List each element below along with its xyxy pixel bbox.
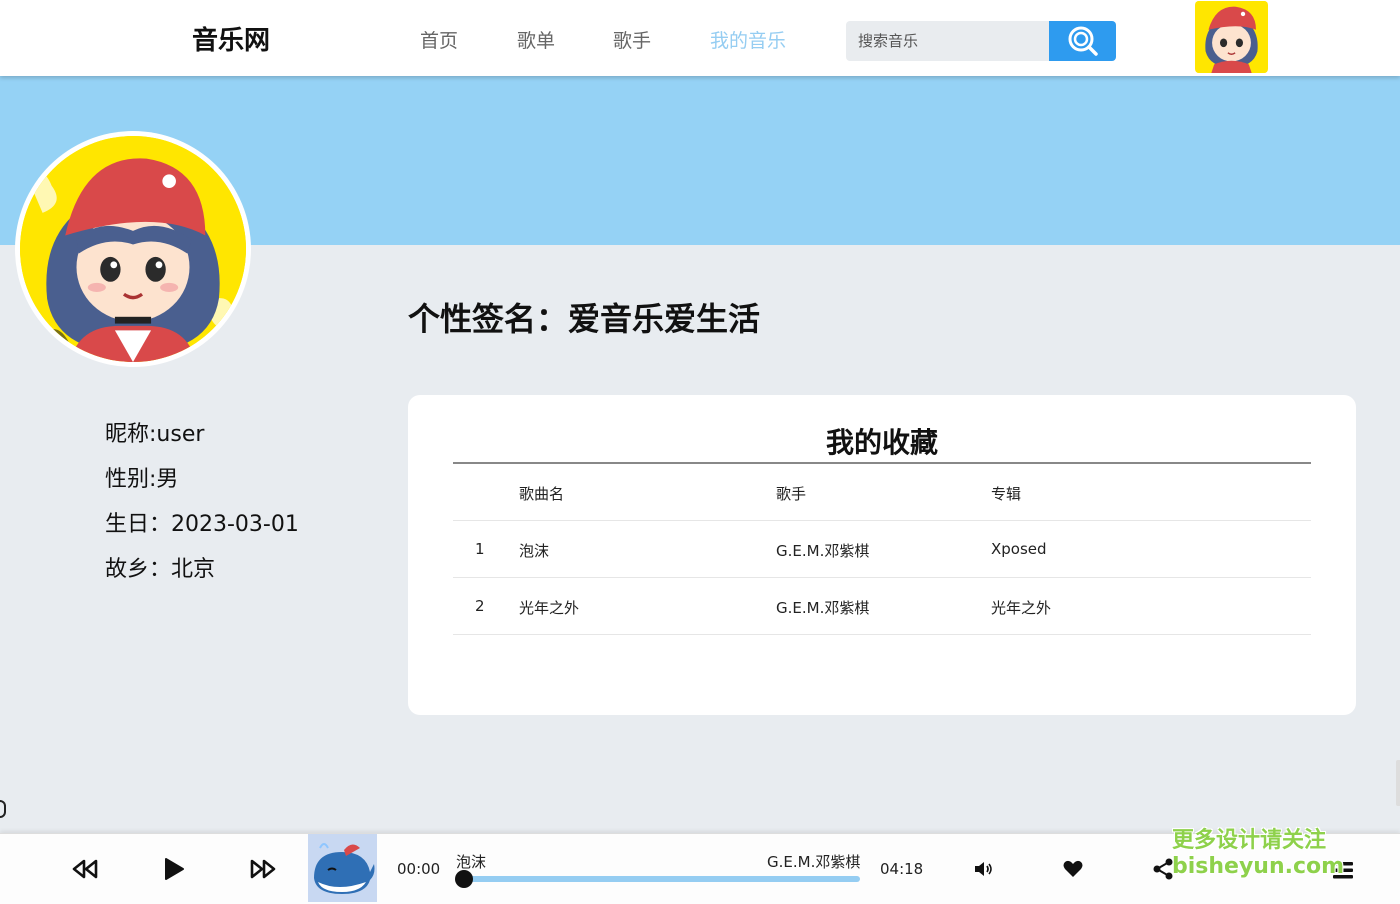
play-icon (165, 858, 184, 880)
total-time: 04:18 (880, 860, 924, 878)
row-song-name[interactable]: 泡沫 (519, 540, 549, 561)
top-header: 音乐网 首页 歌单 歌手 我的音乐 (0, 0, 1400, 76)
user-nickname: 昵称:user (105, 422, 205, 447)
watermark-line-1: 更多设计请关注 (1172, 828, 1327, 853)
user-signature: 个性签名：爱音乐爱生活 (408, 300, 761, 338)
profile-avatar (15, 131, 251, 367)
progress-handle[interactable] (455, 870, 473, 888)
avatar-illustration (20, 136, 246, 362)
search-input[interactable] (846, 21, 1050, 61)
watermark-line-2: bisheyun.com (1172, 854, 1345, 879)
favorites-card: 我的收藏 歌曲名 歌手 专辑 1 泡沫 G.E.M.邓紫棋 Xposed 2 光… (408, 395, 1356, 715)
table-row[interactable]: 1 泡沫 G.E.M.邓紫棋 Xposed (453, 521, 1311, 578)
column-header-song: 歌曲名 (519, 485, 565, 503)
heart-icon (1063, 860, 1083, 877)
next-icon (250, 859, 276, 879)
user-gender: 性别:男 (105, 467, 179, 492)
row-index: 2 (475, 597, 485, 615)
user-birthday: 生日：2023-03-01 (105, 512, 299, 537)
table-row[interactable]: 2 光年之外 G.E.M.邓紫棋 光年之外 (453, 578, 1311, 635)
user-hometown: 故乡：北京 (105, 557, 216, 582)
current-time: 00:00 (397, 860, 441, 878)
site-logo[interactable]: 音乐网 (192, 20, 270, 57)
site-watermark: 更多设计请关注 bisheyun.com (1172, 828, 1344, 880)
volume-icon (975, 862, 992, 876)
table-header-row: 歌曲名 歌手 专辑 (453, 464, 1311, 521)
prev-button[interactable] (70, 856, 100, 882)
side-tab-handle[interactable] (1396, 760, 1400, 806)
collapsed-panel-handle[interactable] (0, 800, 6, 818)
column-header-album: 专辑 (991, 485, 1022, 503)
row-artist[interactable]: G.E.M.邓紫棋 (776, 597, 869, 618)
favorites-title: 我的收藏 (825, 426, 938, 459)
favorites-table: 歌曲名 歌手 专辑 1 泡沫 G.E.M.邓紫棋 Xposed 2 光年之外 G… (453, 464, 1311, 635)
share-icon (1153, 858, 1173, 880)
favorite-button[interactable] (1060, 858, 1086, 880)
now-playing-title: 泡沫 (456, 853, 487, 871)
header-user-avatar[interactable] (1195, 1, 1268, 73)
now-playing-artist: G.E.M.邓紫棋 (767, 853, 861, 871)
nav-my-music[interactable]: 我的音乐 (710, 26, 786, 53)
avatar-illustration (1195, 1, 1268, 73)
column-header-artist: 歌手 (776, 485, 807, 503)
row-song-name[interactable]: 光年之外 (519, 597, 579, 618)
whale-cover-image (308, 834, 377, 902)
row-artist[interactable]: G.E.M.邓紫棋 (776, 540, 869, 561)
nav-home[interactable]: 首页 (420, 26, 458, 53)
row-album[interactable]: Xposed (991, 540, 1047, 558)
row-album[interactable]: 光年之外 (991, 597, 1051, 618)
volume-button[interactable] (970, 858, 996, 880)
play-button[interactable] (160, 854, 188, 884)
nav-playlists[interactable]: 歌单 (517, 26, 555, 53)
row-index: 1 (475, 540, 485, 558)
album-cover[interactable] (308, 834, 377, 902)
next-button[interactable] (248, 856, 278, 882)
search-button[interactable] (1049, 21, 1116, 61)
search-icon (1068, 26, 1098, 56)
nav-singers[interactable]: 歌手 (613, 26, 651, 53)
prev-icon (72, 859, 98, 879)
progress-bar[interactable] (463, 876, 860, 882)
